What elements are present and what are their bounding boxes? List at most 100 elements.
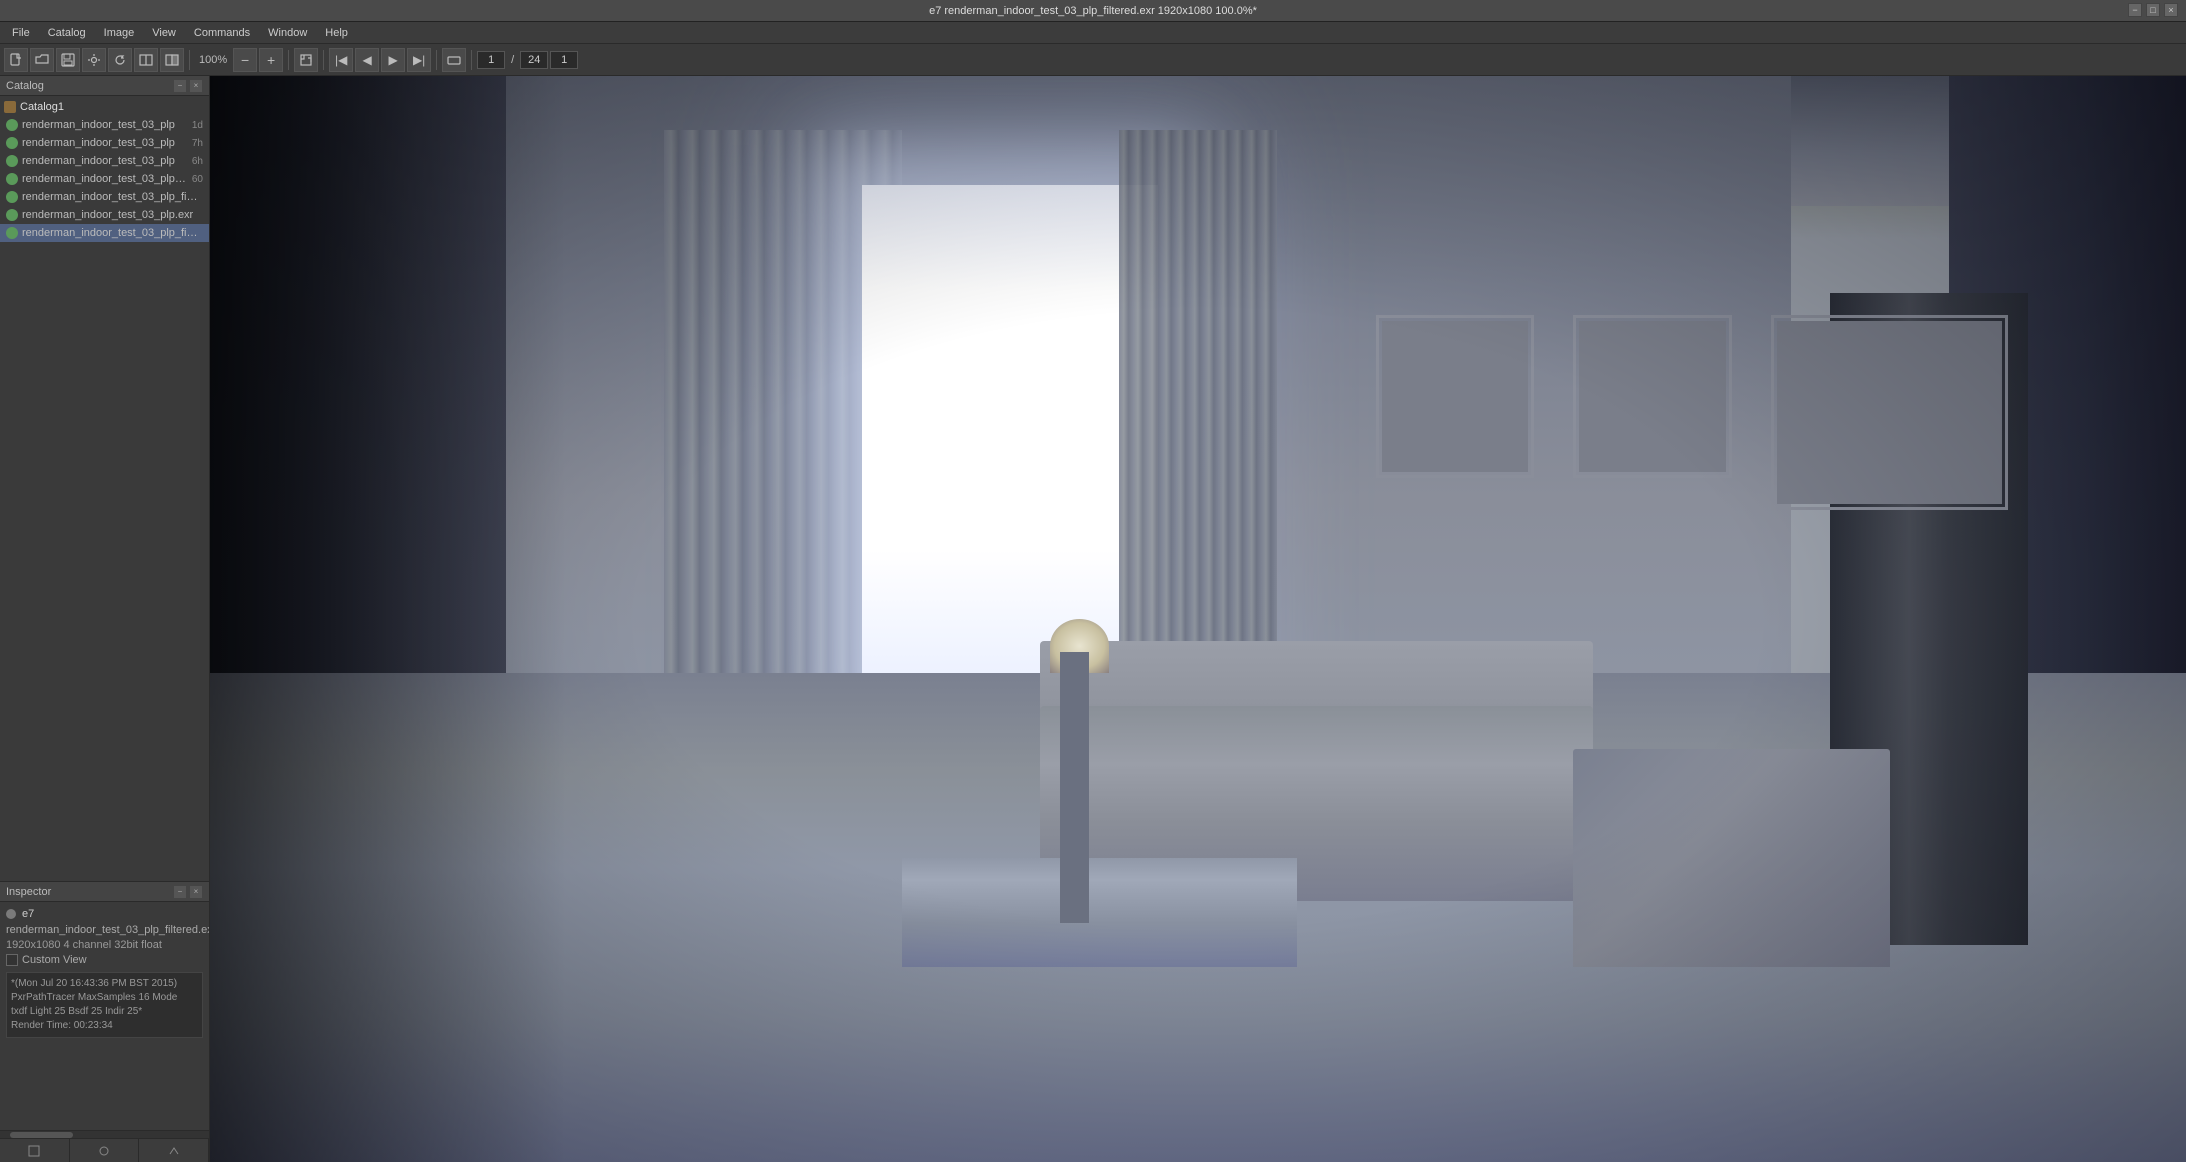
catalog-item-icon-2 bbox=[6, 155, 18, 167]
menu-catalog[interactable]: Catalog bbox=[40, 25, 94, 41]
catalog-item-icon-6 bbox=[6, 227, 18, 239]
minimize-button[interactable]: − bbox=[2128, 3, 2142, 17]
fit-button[interactable] bbox=[294, 48, 318, 72]
catalog-header: Catalog − × bbox=[0, 76, 209, 96]
zoom-in-button[interactable]: + bbox=[259, 48, 283, 72]
inspector-minimize-button[interactable]: − bbox=[173, 885, 187, 899]
catalog-item-icon-1 bbox=[6, 137, 18, 149]
menu-help[interactable]: Help bbox=[317, 25, 356, 41]
wall-frame-1 bbox=[1376, 315, 1534, 478]
inspector-scrollbar[interactable] bbox=[0, 1130, 209, 1138]
inspector-node-dot bbox=[6, 909, 16, 919]
menu-bar: File Catalog Image View Commands Window … bbox=[0, 22, 2186, 44]
wall-frame-2 bbox=[1573, 315, 1731, 478]
catalog-minimize-button[interactable]: − bbox=[173, 79, 187, 93]
menu-commands[interactable]: Commands bbox=[186, 25, 258, 41]
wall-frame-3 bbox=[1771, 315, 2008, 510]
render-scene bbox=[210, 76, 2186, 1162]
catalog-item-0[interactable]: renderman_indoor_test_03_plp 1d bbox=[0, 116, 209, 134]
inspector-filename: renderman_indoor_test_03_plp_filtered.ex… bbox=[6, 922, 203, 938]
fps-input[interactable] bbox=[550, 51, 578, 69]
window-light bbox=[862, 185, 1158, 706]
toolbar-refresh-button[interactable] bbox=[108, 48, 132, 72]
window-controls: − □ × bbox=[2128, 3, 2178, 17]
armchair-right bbox=[1573, 749, 1889, 966]
inspector-meta-line-0: *(Mon Jul 20 16:43:36 PM BST 2015) bbox=[11, 977, 198, 991]
menu-file[interactable]: File bbox=[4, 25, 38, 41]
inspector-meta-line-2: txdf Light 25 Bsdf 25 Indir 25* bbox=[11, 1005, 198, 1019]
inspector-tab-1[interactable] bbox=[70, 1139, 140, 1162]
catalog-item-icon-0 bbox=[6, 119, 18, 131]
playback-end-button[interactable]: ▶| bbox=[407, 48, 431, 72]
inspector-tab-0[interactable] bbox=[0, 1139, 70, 1162]
inspector-scrollbar-thumb[interactable] bbox=[10, 1132, 73, 1138]
toolbar-separator-5 bbox=[471, 50, 472, 70]
coffee-table bbox=[902, 858, 1297, 967]
menu-view[interactable]: View bbox=[144, 25, 184, 41]
toolbar: 100% − + |◀ ◀ ▶ ▶| / bbox=[0, 44, 2186, 76]
catalog-group-catalog1[interactable]: Catalog1 bbox=[0, 98, 209, 116]
catalog-item-icon-3 bbox=[6, 173, 18, 185]
toolbar-settings-button[interactable] bbox=[82, 48, 106, 72]
maximize-button[interactable]: □ bbox=[2146, 3, 2160, 17]
inspector-custom-view-row: Custom View bbox=[6, 952, 203, 968]
catalog-item-3[interactable]: renderman_indoor_test_03_plp.exr 60 bbox=[0, 170, 209, 188]
zoom-label: 100% bbox=[195, 54, 231, 66]
catalog-item-6[interactable]: renderman_indoor_test_03_plp_filter... bbox=[0, 224, 209, 242]
main-content: Catalog − × Catalog1 renderman_indoor_te… bbox=[0, 76, 2186, 1162]
catalog-item-label-1: renderman_indoor_test_03_plp bbox=[22, 137, 188, 149]
catalog-item-2[interactable]: renderman_indoor_test_03_plp 6h bbox=[0, 152, 209, 170]
inspector-custom-view-checkbox[interactable] bbox=[6, 954, 18, 966]
zoom-out-button[interactable]: − bbox=[233, 48, 257, 72]
inspector-header-buttons: − × bbox=[173, 885, 203, 899]
inspector-metadata: *(Mon Jul 20 16:43:36 PM BST 2015) PxrPa… bbox=[6, 972, 203, 1038]
viewport[interactable] bbox=[210, 76, 2186, 1162]
title-bar: e7 renderman_indoor_test_03_plp_filtered… bbox=[0, 0, 2186, 22]
catalog-item-time-1: 7h bbox=[192, 138, 203, 149]
toolbar-open-button[interactable] bbox=[30, 48, 54, 72]
catalog-item-label-0: renderman_indoor_test_03_plp bbox=[22, 119, 188, 131]
inspector-tabs bbox=[0, 1138, 209, 1162]
playback-start-button[interactable]: |◀ bbox=[329, 48, 353, 72]
catalog-item-icon-5 bbox=[6, 209, 18, 221]
toolbar-save-button[interactable] bbox=[56, 48, 80, 72]
catalog-item-label-6: renderman_indoor_test_03_plp_filter... bbox=[22, 227, 199, 239]
inspector-info: 1920x1080 4 channel 32bit float bbox=[6, 938, 203, 952]
window-title: e7 renderman_indoor_test_03_plp_filtered… bbox=[929, 5, 1257, 17]
catalog-item-1[interactable]: renderman_indoor_test_03_plp 7h bbox=[0, 134, 209, 152]
toolbar-new-button[interactable] bbox=[4, 48, 28, 72]
frame-current-input[interactable] bbox=[477, 51, 505, 69]
catalog-item-4[interactable]: renderman_indoor_test_03_plp_filter... bbox=[0, 188, 209, 206]
catalog-close-button[interactable]: × bbox=[189, 79, 203, 93]
playback-prev-button[interactable]: ◀ bbox=[355, 48, 379, 72]
inspector-close-button[interactable]: × bbox=[189, 885, 203, 899]
catalog-item-icon-4 bbox=[6, 191, 18, 203]
inspector-tab-2[interactable] bbox=[139, 1139, 209, 1162]
toolbar-separator-2 bbox=[288, 50, 289, 70]
toolbar-wipe-button[interactable] bbox=[160, 48, 184, 72]
toolbar-separator-4 bbox=[436, 50, 437, 70]
frame-total-input[interactable] bbox=[520, 51, 548, 69]
catalog-header-buttons: − × bbox=[173, 79, 203, 93]
inspector-header: Inspector − × bbox=[0, 882, 209, 902]
frame-separator: / bbox=[507, 54, 518, 66]
toolbar-compare-button[interactable] bbox=[134, 48, 158, 72]
playback-loop-button[interactable] bbox=[442, 48, 466, 72]
inspector-meta-line-3: Render Time: 00:23:34 bbox=[11, 1019, 198, 1033]
catalog-item-time-3: 60 bbox=[192, 174, 203, 185]
inspector-title: Inspector bbox=[6, 886, 51, 898]
inspector-node-row: e7 bbox=[6, 906, 203, 922]
catalog-item-label-5: renderman_indoor_test_03_plp.exr bbox=[22, 209, 199, 221]
catalog-item-5[interactable]: renderman_indoor_test_03_plp.exr bbox=[0, 206, 209, 224]
catalog-item-time-0: 1d bbox=[192, 120, 203, 131]
catalog-list: Catalog1 renderman_indoor_test_03_plp 1d… bbox=[0, 96, 209, 881]
inspector-custom-view-label: Custom View bbox=[22, 954, 87, 966]
catalog-section: Catalog − × Catalog1 renderman_indoor_te… bbox=[0, 76, 209, 882]
menu-window[interactable]: Window bbox=[260, 25, 315, 41]
menu-image[interactable]: Image bbox=[96, 25, 143, 41]
catalog-group-icon bbox=[4, 101, 16, 113]
playback-play-button[interactable]: ▶ bbox=[381, 48, 405, 72]
catalog-item-label-3: renderman_indoor_test_03_plp.exr bbox=[22, 173, 188, 185]
close-button[interactable]: × bbox=[2164, 3, 2178, 17]
catalog-item-label-4: renderman_indoor_test_03_plp_filter... bbox=[22, 191, 199, 203]
